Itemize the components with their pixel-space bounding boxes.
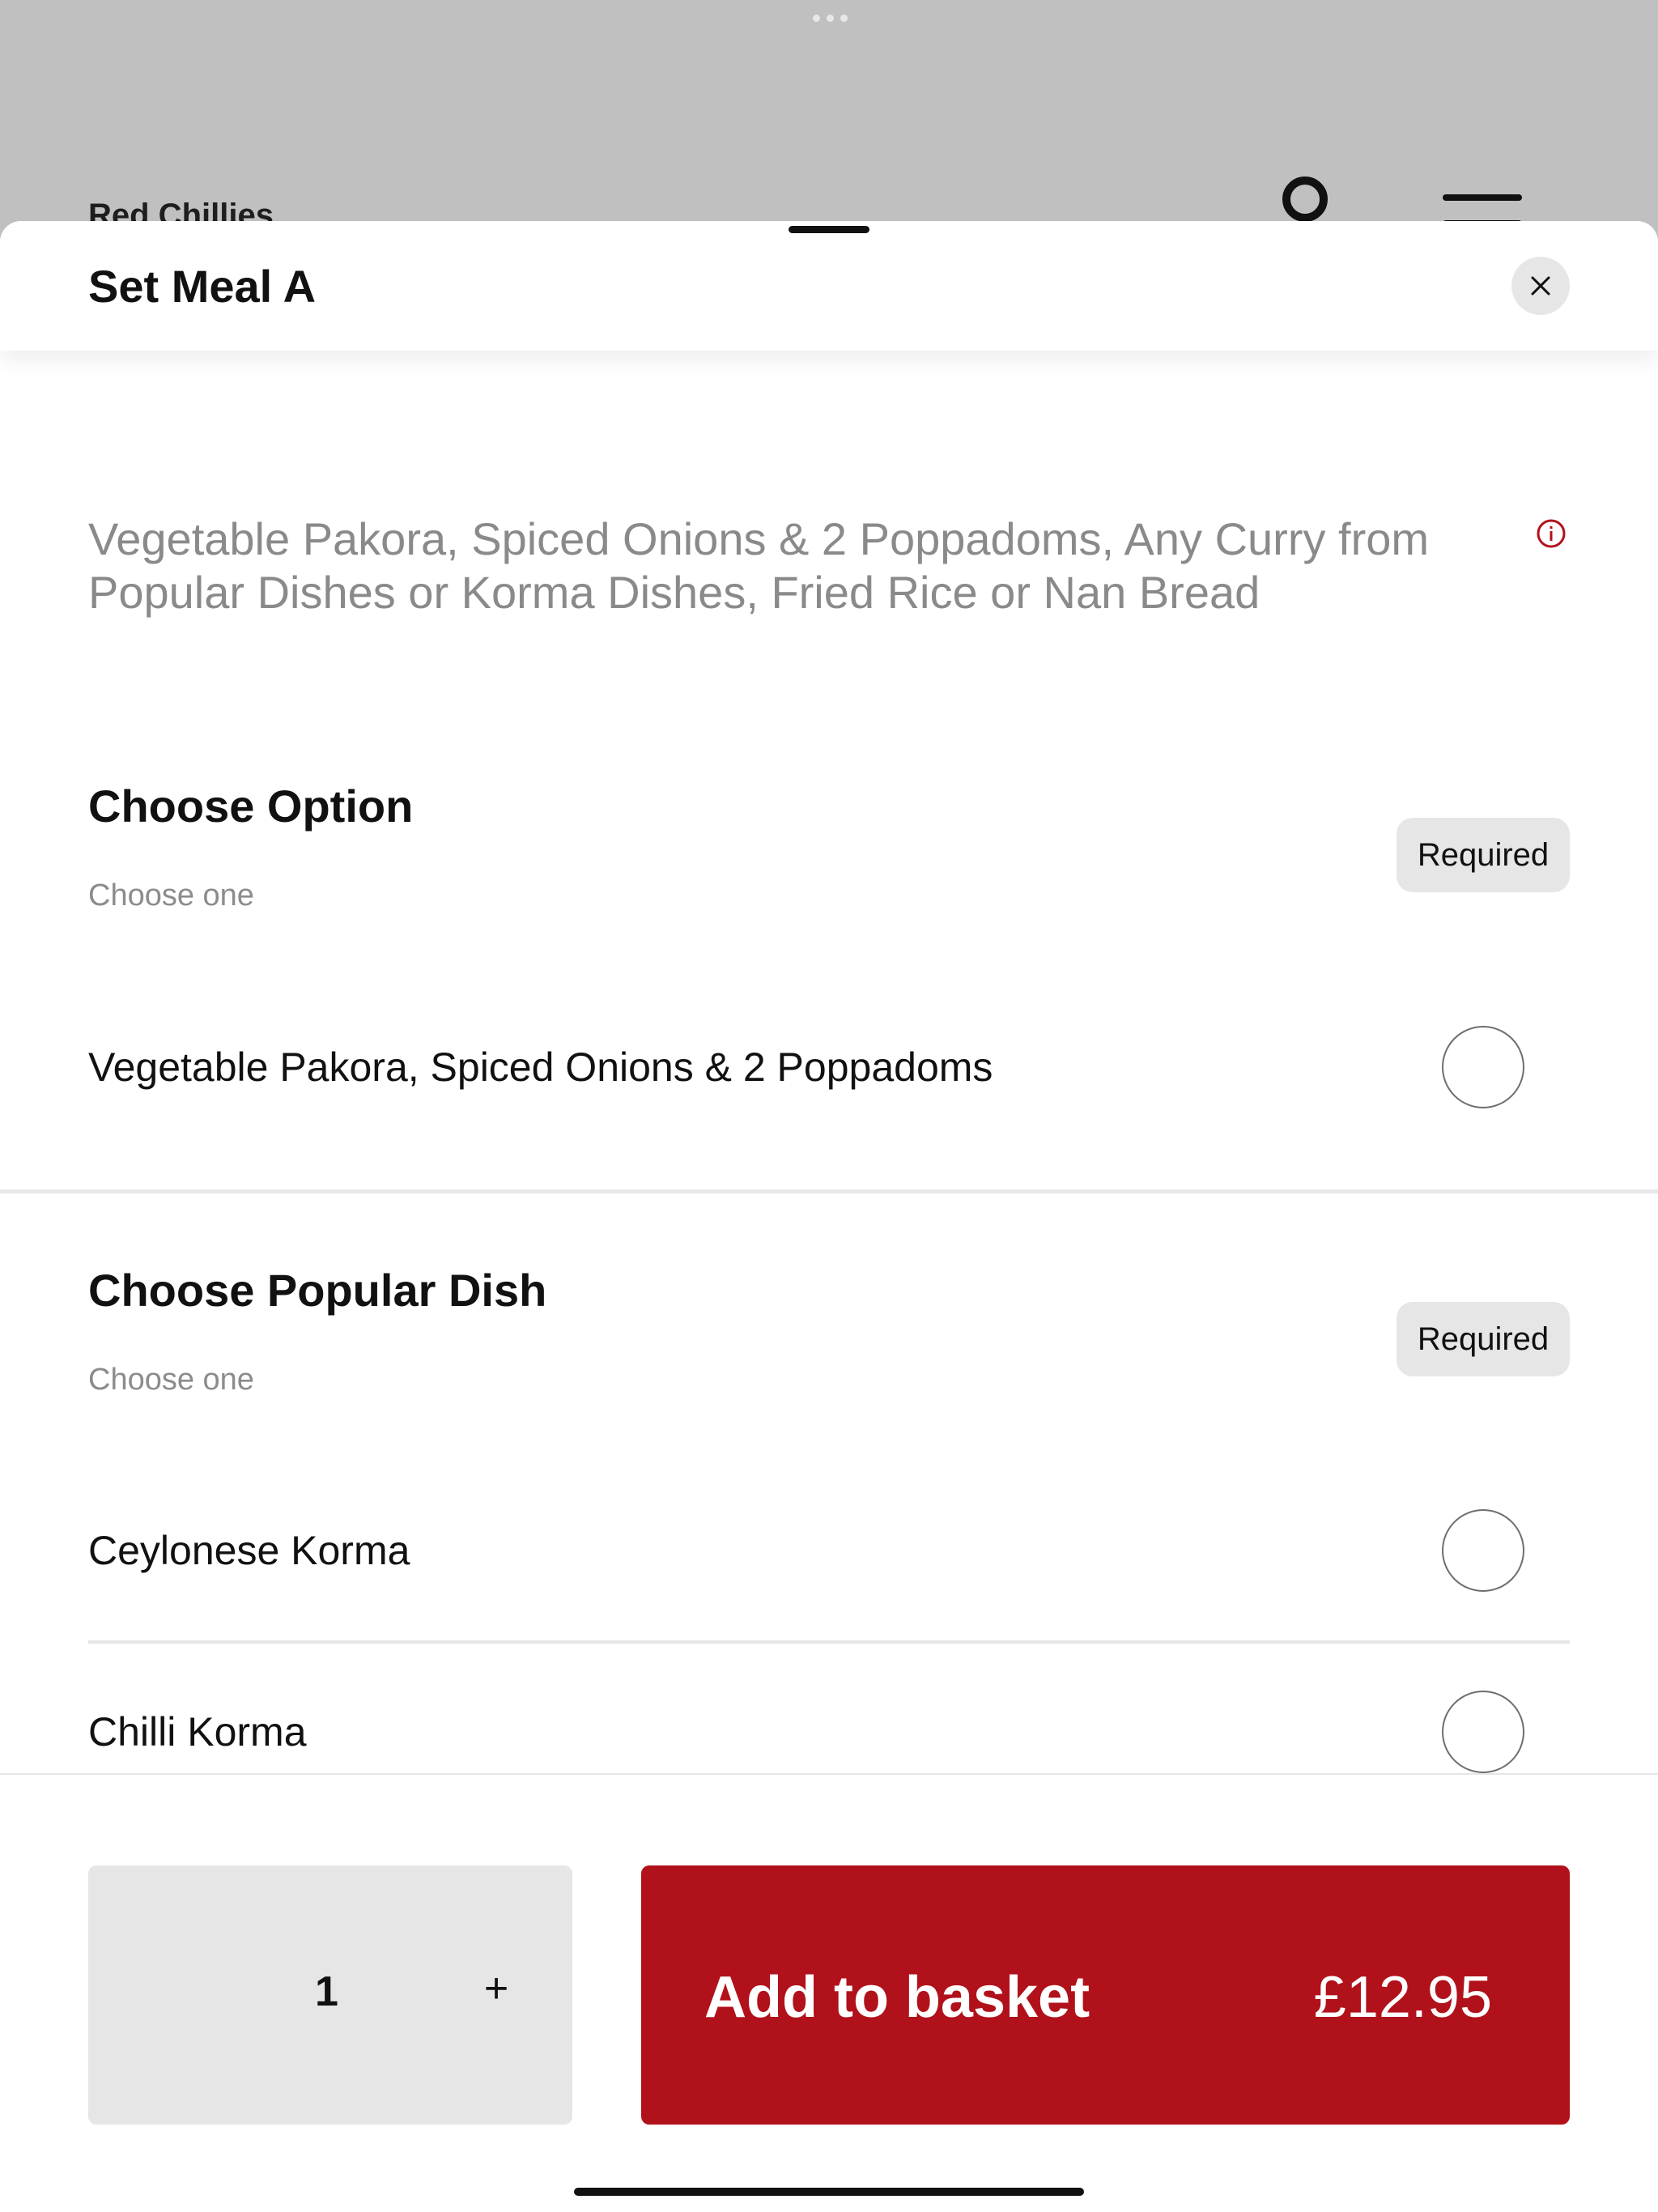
option-row[interactable]: Vegetable Pakora, Spiced Onions & 2 Popp… bbox=[88, 1019, 1570, 1116]
option-label: Vegetable Pakora, Spiced Onions & 2 Popp… bbox=[88, 1044, 993, 1090]
radio-button[interactable] bbox=[1442, 1509, 1524, 1592]
close-button[interactable] bbox=[1511, 257, 1570, 315]
option-divider bbox=[88, 1640, 1570, 1644]
group-title-choose-option: Choose Option bbox=[88, 781, 414, 832]
sheet-header: Set Meal A bbox=[0, 221, 1658, 351]
sheet-grabber[interactable] bbox=[789, 226, 869, 233]
quantity-value: 1 bbox=[315, 1968, 338, 2015]
required-badge: Required bbox=[1397, 818, 1570, 892]
home-indicator bbox=[574, 2188, 1084, 2196]
add-to-basket-label: Add to basket bbox=[704, 1965, 1090, 2030]
option-label: Chilli Korma bbox=[88, 1709, 307, 1755]
add-to-basket-button[interactable]: Add to basket £12.95 bbox=[641, 1865, 1570, 2125]
increment-button[interactable]: + bbox=[472, 1964, 521, 2013]
price-label: £12.95 bbox=[1313, 1965, 1492, 2030]
option-label: Ceylonese Korma bbox=[88, 1528, 410, 1573]
radio-button[interactable] bbox=[1442, 1691, 1524, 1773]
sheet-footer: 1 + Add to basket £12.95 bbox=[0, 1773, 1658, 2212]
section-divider bbox=[0, 1189, 1658, 1193]
group-subtitle: Choose one bbox=[88, 878, 254, 912]
info-icon[interactable] bbox=[1536, 518, 1567, 549]
more-dots-icon[interactable] bbox=[813, 15, 848, 22]
close-icon bbox=[1531, 276, 1550, 296]
quantity-stepper: 1 + bbox=[88, 1865, 572, 2125]
search-icon[interactable] bbox=[1282, 177, 1328, 222]
option-row[interactable]: Ceylonese Korma bbox=[88, 1502, 1570, 1599]
radio-button[interactable] bbox=[1442, 1026, 1524, 1108]
sheet-title: Set Meal A bbox=[88, 261, 317, 312]
item-description: Vegetable Pakora, Spiced Onions & 2 Popp… bbox=[88, 513, 1430, 618]
group-subtitle: Choose one bbox=[88, 1363, 254, 1397]
required-badge: Required bbox=[1397, 1302, 1570, 1376]
option-row[interactable]: Chilli Korma bbox=[88, 1683, 1570, 1780]
group-title-choose-popular-dish: Choose Popular Dish bbox=[88, 1265, 547, 1316]
